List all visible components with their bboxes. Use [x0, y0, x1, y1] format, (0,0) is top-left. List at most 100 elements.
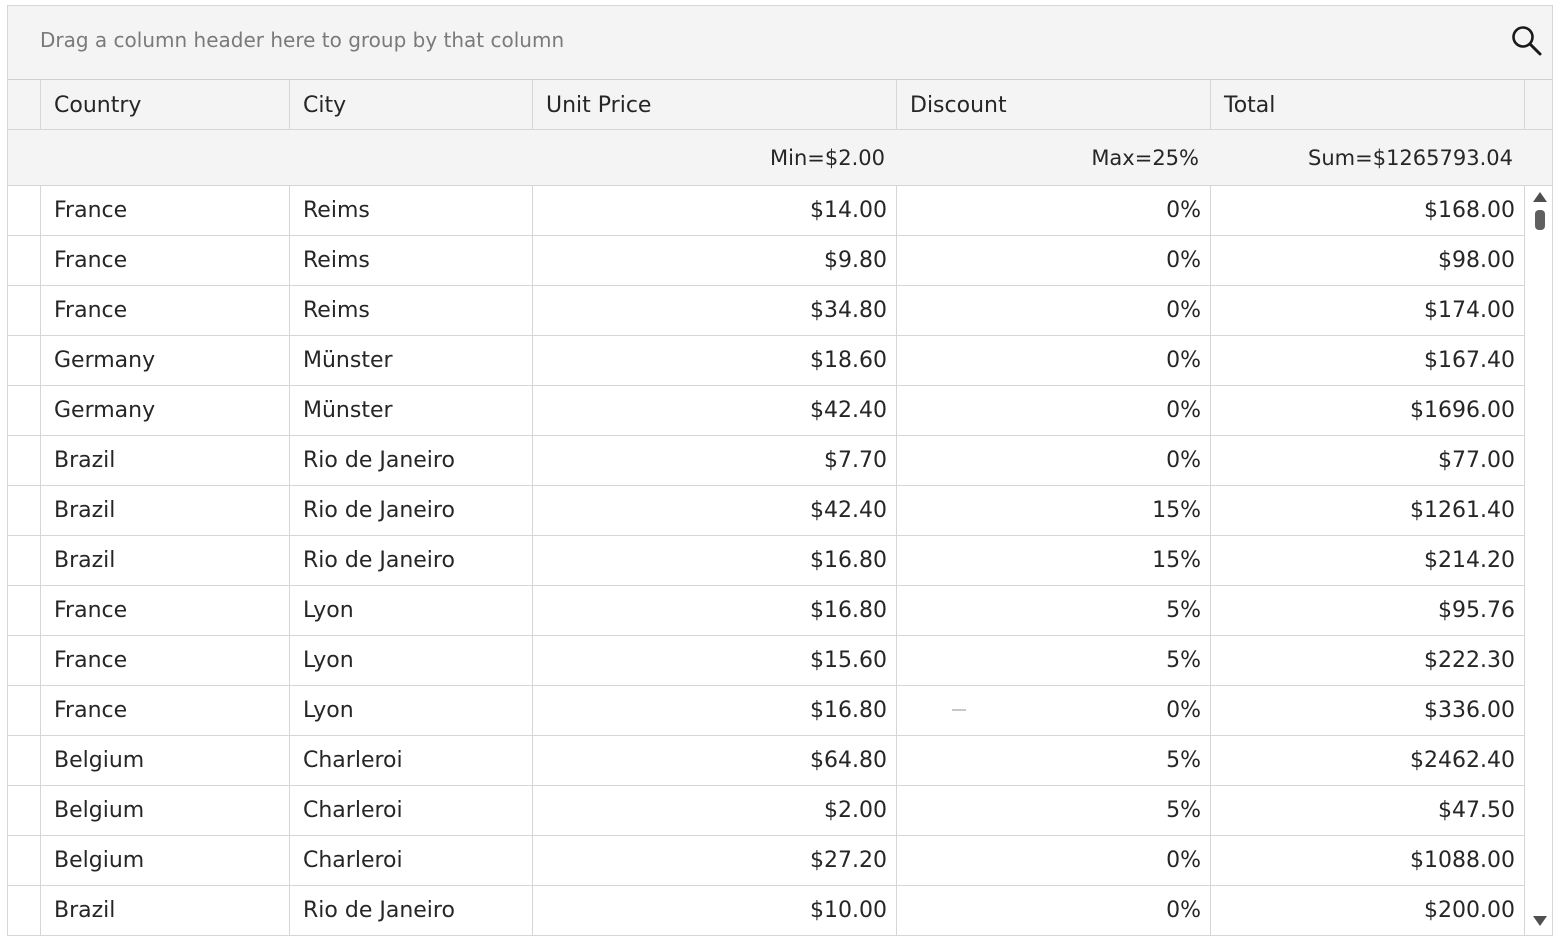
- row-indicator[interactable]: [8, 186, 41, 235]
- vertical-scrollbar[interactable]: [1529, 186, 1551, 935]
- cell-discount[interactable]: 0%: [897, 886, 1211, 935]
- cell-city[interactable]: Charleroi: [290, 736, 533, 785]
- cell-city[interactable]: Münster: [290, 386, 533, 435]
- cell-city[interactable]: Lyon: [290, 636, 533, 685]
- cell-unit-price[interactable]: $14.00: [533, 186, 897, 235]
- cell-country[interactable]: France: [41, 636, 290, 685]
- search-icon[interactable]: [1510, 24, 1544, 58]
- group-panel[interactable]: Drag a column header here to group by th…: [8, 6, 1552, 80]
- table-row[interactable]: Brazil Rio de Janeiro $16.80 15% $214.20: [8, 536, 1525, 586]
- table-row[interactable]: Brazil Rio de Janeiro $7.70 0% $77.00: [8, 436, 1525, 486]
- table-row[interactable]: Belgium Charleroi $2.00 5% $47.50: [8, 786, 1525, 836]
- table-row[interactable]: Belgium Charleroi $64.80 5% $2462.40: [8, 736, 1525, 786]
- cell-unit-price[interactable]: $42.40: [533, 486, 897, 535]
- row-indicator[interactable]: [8, 886, 41, 935]
- row-indicator[interactable]: [8, 386, 41, 435]
- cell-city[interactable]: Reims: [290, 186, 533, 235]
- cell-city[interactable]: Rio de Janeiro: [290, 536, 533, 585]
- cell-discount[interactable]: 5%: [897, 736, 1211, 785]
- cell-unit-price[interactable]: $2.00: [533, 786, 897, 835]
- table-row[interactable]: France Reims $9.80 0% $98.00: [8, 236, 1525, 286]
- cell-total[interactable]: $222.30: [1211, 636, 1525, 685]
- row-indicator[interactable]: [8, 636, 41, 685]
- cell-unit-price[interactable]: $9.80: [533, 236, 897, 285]
- row-indicator[interactable]: [8, 836, 41, 885]
- column-header-discount[interactable]: Discount: [897, 80, 1211, 130]
- cell-discount[interactable]: 0%: [897, 186, 1211, 235]
- cell-total[interactable]: $168.00: [1211, 186, 1525, 235]
- cell-total[interactable]: $200.00: [1211, 886, 1525, 935]
- table-row[interactable]: France Lyon $15.60 5% $222.30: [8, 636, 1525, 686]
- cell-country[interactable]: France: [41, 586, 290, 635]
- cell-discount[interactable]: 0%: [897, 336, 1211, 385]
- cell-discount[interactable]: 5%: [897, 586, 1211, 635]
- cell-discount[interactable]: 0%: [897, 836, 1211, 885]
- row-indicator[interactable]: [8, 436, 41, 485]
- cell-total[interactable]: $174.00: [1211, 286, 1525, 335]
- cell-discount[interactable]: 15%: [897, 536, 1211, 585]
- column-header-unit-price[interactable]: Unit Price: [533, 80, 897, 130]
- cell-total[interactable]: $214.20: [1211, 536, 1525, 585]
- column-header-city[interactable]: City: [290, 80, 533, 130]
- cell-country[interactable]: Belgium: [41, 786, 290, 835]
- cell-unit-price[interactable]: $16.80: [533, 586, 897, 635]
- cell-country[interactable]: Belgium: [41, 736, 290, 785]
- column-header-country[interactable]: Country: [41, 80, 290, 130]
- cell-unit-price[interactable]: $27.20: [533, 836, 897, 885]
- cell-total[interactable]: $95.76: [1211, 586, 1525, 635]
- table-row[interactable]: Germany Münster $42.40 0% $1696.00: [8, 386, 1525, 436]
- cell-discount[interactable]: 0%: [897, 236, 1211, 285]
- table-row[interactable]: Brazil Rio de Janeiro $10.00 0% $200.00: [8, 886, 1525, 935]
- cell-country[interactable]: Germany: [41, 336, 290, 385]
- cell-city[interactable]: Charleroi: [290, 836, 533, 885]
- cell-total[interactable]: $77.00: [1211, 436, 1525, 485]
- cell-unit-price[interactable]: $34.80: [533, 286, 897, 335]
- table-row[interactable]: Germany Münster $18.60 0% $167.40: [8, 336, 1525, 386]
- cell-country[interactable]: France: [41, 186, 290, 235]
- cell-country[interactable]: Brazil: [41, 486, 290, 535]
- cell-unit-price[interactable]: $7.70: [533, 436, 897, 485]
- cell-city[interactable]: Münster: [290, 336, 533, 385]
- cell-city[interactable]: Charleroi: [290, 786, 533, 835]
- scroll-thumb[interactable]: [1535, 210, 1545, 230]
- cell-discount[interactable]: 0%: [897, 286, 1211, 335]
- cell-unit-price[interactable]: $42.40: [533, 386, 897, 435]
- table-row[interactable]: Brazil Rio de Janeiro $42.40 15% $1261.40: [8, 486, 1525, 536]
- cell-discount[interactable]: 15%: [897, 486, 1211, 535]
- cell-country[interactable]: Brazil: [41, 886, 290, 935]
- cell-total[interactable]: $47.50: [1211, 786, 1525, 835]
- row-indicator[interactable]: [8, 686, 41, 735]
- cell-city[interactable]: Lyon: [290, 586, 533, 635]
- cell-unit-price[interactable]: $10.00: [533, 886, 897, 935]
- cell-discount[interactable]: 0%: [897, 686, 1211, 735]
- column-header-total[interactable]: Total: [1211, 80, 1525, 130]
- cell-unit-price[interactable]: $18.60: [533, 336, 897, 385]
- cell-country[interactable]: Brazil: [41, 436, 290, 485]
- table-row[interactable]: France Reims $34.80 0% $174.00: [8, 286, 1525, 336]
- row-indicator[interactable]: [8, 736, 41, 785]
- cell-unit-price[interactable]: $16.80: [533, 686, 897, 735]
- cell-total[interactable]: $167.40: [1211, 336, 1525, 385]
- cell-city[interactable]: Rio de Janeiro: [290, 886, 533, 935]
- cell-country[interactable]: Belgium: [41, 836, 290, 885]
- table-row[interactable]: Belgium Charleroi $27.20 0% $1088.00: [8, 836, 1525, 886]
- cell-discount[interactable]: 5%: [897, 786, 1211, 835]
- row-indicator[interactable]: [8, 786, 41, 835]
- table-row[interactable]: France Lyon $16.80 5% $95.76: [8, 586, 1525, 636]
- cell-city[interactable]: Lyon: [290, 686, 533, 735]
- cell-total[interactable]: $1261.40: [1211, 486, 1525, 535]
- row-indicator[interactable]: [8, 336, 41, 385]
- cell-country[interactable]: France: [41, 686, 290, 735]
- cell-total[interactable]: $336.00: [1211, 686, 1525, 735]
- cell-country[interactable]: Brazil: [41, 536, 290, 585]
- scroll-down-arrow-icon[interactable]: [1533, 916, 1547, 926]
- cell-total[interactable]: $2462.40: [1211, 736, 1525, 785]
- cell-unit-price[interactable]: $15.60: [533, 636, 897, 685]
- cell-unit-price[interactable]: $64.80: [533, 736, 897, 785]
- row-indicator[interactable]: [8, 286, 41, 335]
- cell-discount[interactable]: 0%: [897, 386, 1211, 435]
- cell-total[interactable]: $1088.00: [1211, 836, 1525, 885]
- cell-country[interactable]: France: [41, 236, 290, 285]
- cell-country[interactable]: France: [41, 286, 290, 335]
- cell-city[interactable]: Rio de Janeiro: [290, 436, 533, 485]
